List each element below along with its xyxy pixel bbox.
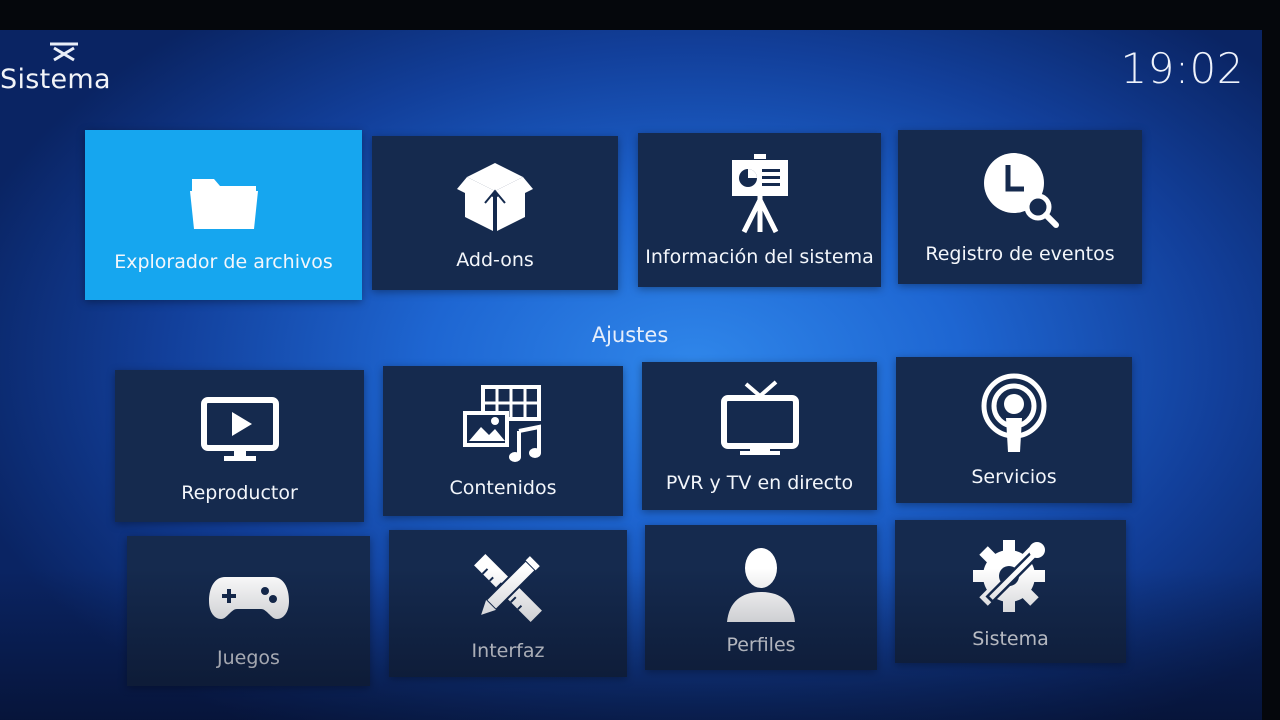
broadcast-icon (972, 372, 1056, 456)
media-library-icon (461, 383, 545, 467)
tile-content[interactable]: Contenidos (383, 366, 623, 516)
pencil-ruler-icon (466, 546, 550, 630)
user-profile-icon (719, 540, 803, 624)
kodi-screen: Sistema 19:02 Explorador de archivos Add… (0, 30, 1262, 720)
tile-label: Registro de eventos (925, 243, 1115, 265)
tile-interface[interactable]: Interfaz (389, 530, 627, 677)
tile-label: Perfiles (726, 633, 796, 656)
tv-antenna-icon (718, 378, 802, 462)
presentation-easel-icon (718, 152, 802, 236)
tile-label: Explorador de archivos (114, 251, 333, 273)
gamepad-icon (207, 553, 291, 637)
tile-player[interactable]: Reproductor (115, 370, 364, 522)
tile-label: Información del sistema (645, 246, 874, 268)
tile-games[interactable]: Juegos (127, 536, 370, 686)
tile-services[interactable]: Servicios (896, 357, 1132, 503)
tile-file-manager[interactable]: Explorador de archivos (85, 130, 362, 300)
tile-pvr-live-tv[interactable]: PVR y TV en directo (642, 362, 877, 510)
box-icon (453, 155, 537, 239)
tile-label: Interfaz (471, 639, 545, 662)
tile-label: Reproductor (181, 482, 298, 504)
tile-label: Add-ons (456, 249, 534, 271)
tile-label: Sistema (972, 627, 1049, 650)
tile-profiles[interactable]: Perfiles (645, 525, 877, 670)
tile-label: Contenidos (449, 477, 557, 499)
tile-system[interactable]: Sistema (895, 520, 1126, 663)
gear-wrench-icon (969, 534, 1053, 618)
clock: 19:02 (1120, 44, 1244, 93)
section-heading: Ajustes (591, 323, 669, 347)
tile-label: PVR y TV en directo (665, 472, 854, 494)
monitor-play-icon (198, 388, 282, 472)
tile-system-info[interactable]: Información del sistema (638, 133, 881, 287)
page-title: Sistema (0, 64, 111, 95)
app-logo-icon (50, 42, 78, 62)
tile-label: Servicios (971, 466, 1057, 488)
tile-event-log[interactable]: Registro de eventos (898, 130, 1142, 284)
folder-icon (182, 157, 266, 241)
clock-search-icon (978, 149, 1062, 233)
tile-addons[interactable]: Add-ons (372, 136, 618, 290)
tile-label: Juegos (217, 647, 280, 669)
